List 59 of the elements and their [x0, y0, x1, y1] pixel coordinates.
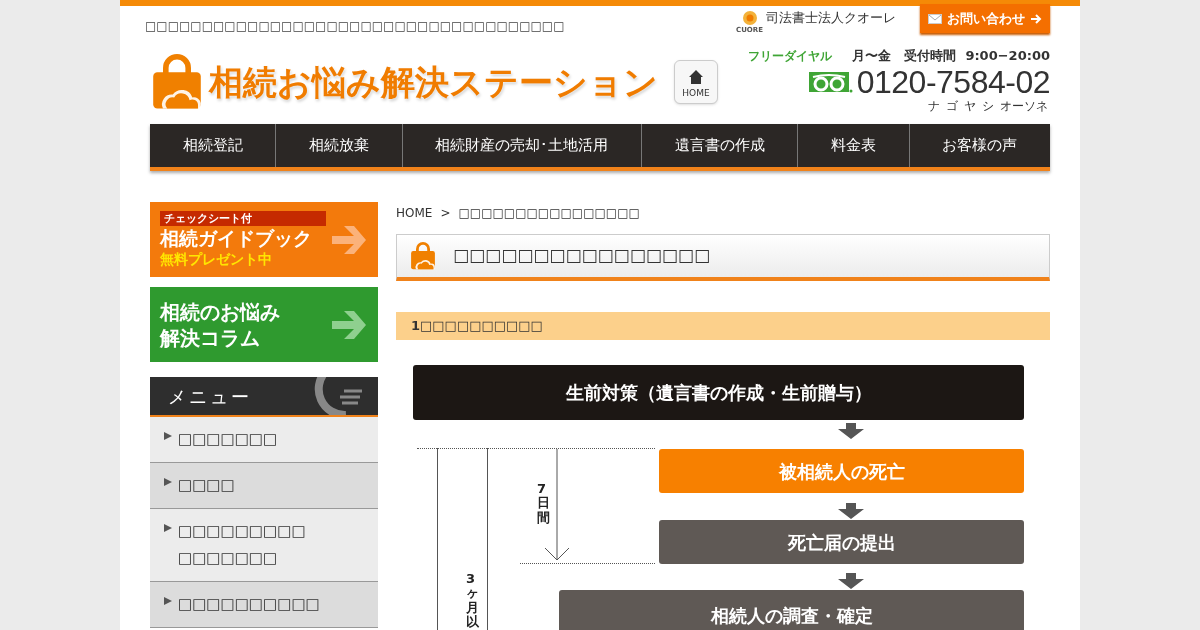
mail-icon [928, 13, 942, 24]
house-icon [688, 68, 704, 85]
menu-item-text: □□□□ [178, 475, 235, 496]
guidebook-banner[interactable]: チェックシート付 相続ガイドブック 無料プレゼント中 [150, 202, 378, 277]
business-hours: 月〜金 受付時間 9:00−20:00 [852, 46, 1050, 65]
down-arrow-icon [838, 423, 864, 439]
flow-step: 死亡届の提出 [659, 520, 1024, 564]
breadcrumb-current: □□□□□□□□□□□□□□□□ [458, 205, 640, 222]
free-dial-icon [808, 70, 853, 94]
arrow-right-icon [1030, 12, 1042, 25]
period-label: 3ヶ月以 [466, 572, 479, 630]
nav-link[interactable]: 相続財産の売却･土地活用 [401, 124, 641, 167]
menu-item-text: □□□□□□□□□ [178, 521, 306, 542]
triangle-bullet-icon [164, 432, 172, 440]
bag-icon [409, 242, 437, 270]
banner-subtitle: 解決コラム [160, 324, 261, 351]
nav-link[interactable]: 相続登記 [150, 124, 276, 167]
menu-item[interactable]: □□□□ [150, 463, 378, 509]
menu-item[interactable]: □□□□□□□□□ □□□□□□□ [150, 509, 378, 582]
phone-number: 0120-7584-02 [856, 65, 1050, 99]
down-arrow-icon [838, 573, 864, 589]
flow-step: 被相続人の死亡 [659, 449, 1024, 493]
free-dial-label: フリーダイヤル [748, 47, 833, 65]
tagline: □□□□□□□□□□□□□□□□□□□□□□□□□□□□□□□□□□□□□ [145, 18, 566, 34]
menu-item[interactable]: □□□□□□□□□□ [150, 582, 378, 628]
triangle-bullet-icon [164, 478, 172, 486]
down-arrow-icon [838, 503, 864, 519]
circle-logo-icon [741, 9, 758, 26]
phone-reading: ゴ [946, 99, 958, 113]
site-title: 相続お悩み解決ステーション [209, 60, 658, 104]
banner-tag: チェックシート付 [160, 211, 326, 226]
phone-reading: オーソネ [1000, 99, 1048, 113]
banner-title: 相続ガイドブック [160, 226, 313, 250]
flow-step: 生前対策（遺言書の作成・生前贈与） [413, 365, 1024, 420]
nav-link[interactable]: 相続放棄 [275, 124, 402, 167]
section-heading: 1□□□□□□□□□□ [396, 312, 1050, 340]
menu-item-text: □□□□□□□ [178, 429, 278, 450]
phone-reading: シ [982, 99, 994, 113]
triangle-bullet-icon [164, 524, 172, 532]
breadcrumb-separator: > [440, 205, 451, 222]
menu-title: メニュー [168, 384, 252, 409]
banner-title: 相続のお悩み [160, 298, 280, 325]
menu-item[interactable]: □□□□□□□ [150, 417, 378, 463]
phone-reading: ナ [928, 99, 940, 113]
menu-item-text: □□□□□□□ [178, 548, 279, 569]
triangle-bullet-icon [164, 597, 172, 605]
breadcrumb-link[interactable]: HOME [396, 202, 433, 224]
nav-link[interactable]: お客様の声 [908, 124, 1050, 167]
menu-item-text: □□□□□□□□□□ [178, 594, 320, 615]
phone-reading: ヤ [964, 99, 976, 113]
nav-link[interactable]: 料金表 [797, 124, 909, 167]
column-banner[interactable]: 相続のお悩み 解決コラム [150, 287, 378, 362]
nav-link[interactable]: 遺言書の作成 [641, 124, 798, 167]
period-label: 7日間 [537, 482, 550, 525]
home-button[interactable]: HOME [674, 60, 718, 104]
page-heading: □□□□□□□□□□□□□□□□ [453, 244, 710, 268]
banner-subtitle: 無料プレゼント中 [160, 250, 273, 268]
flow-step: 相続人の調査・確定 [559, 590, 1024, 630]
firm-name: 司法書士法人クオーレ [766, 9, 896, 27]
